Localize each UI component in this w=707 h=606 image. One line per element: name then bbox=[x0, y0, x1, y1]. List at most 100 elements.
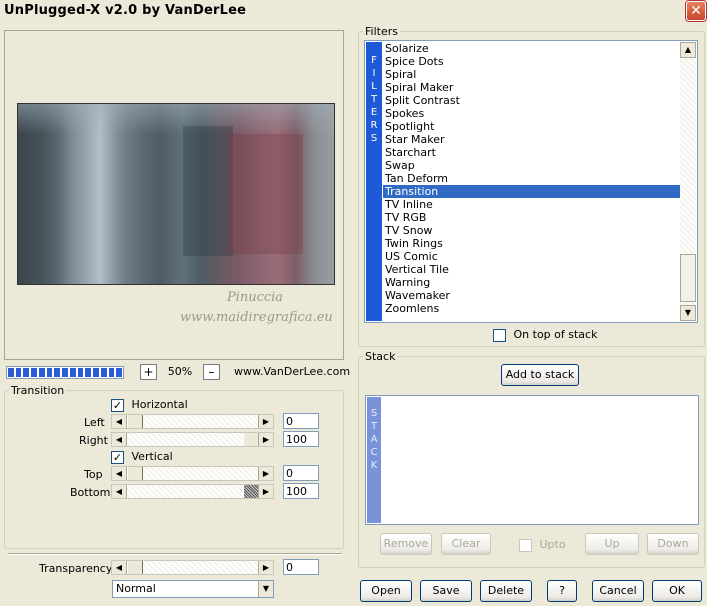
horizontal-label: Horizontal bbox=[131, 398, 188, 411]
slider-thumb[interactable] bbox=[243, 433, 259, 446]
filters-side-letter: E bbox=[370, 107, 378, 118]
filter-list-item[interactable]: Swap bbox=[383, 159, 680, 172]
horizontal-checkbox[interactable]: ✓ bbox=[111, 398, 124, 412]
progress-segment bbox=[23, 368, 30, 377]
upto-checkbox[interactable] bbox=[519, 538, 532, 552]
open-button[interactable]: Open bbox=[360, 580, 412, 602]
right-value-input[interactable]: 100 bbox=[283, 431, 319, 447]
clear-button[interactable]: Clear bbox=[441, 533, 491, 555]
on-top-checkbox-row[interactable]: On top of stack bbox=[493, 328, 597, 342]
left-label: Left bbox=[84, 416, 105, 429]
progress-segment bbox=[31, 368, 37, 377]
filter-list-item[interactable]: Wavemaker bbox=[383, 289, 680, 302]
transparency-label: Transparency bbox=[39, 562, 113, 575]
transparency-slider[interactable]: ◀ ▶ bbox=[111, 560, 274, 575]
right-slider[interactable]: ◀ ▶ bbox=[111, 432, 274, 447]
ok-button[interactable]: OK bbox=[652, 580, 702, 602]
slider-right-arrow-icon[interactable]: ▶ bbox=[258, 467, 273, 480]
help-button[interactable]: ? bbox=[547, 580, 577, 602]
stack-side-letter: S bbox=[370, 408, 378, 419]
filters-side-letter: L bbox=[371, 81, 377, 92]
save-button[interactable]: Save bbox=[420, 580, 472, 602]
slider-right-arrow-icon[interactable]: ▶ bbox=[258, 485, 273, 498]
filters-scrollbar[interactable]: ▲ ▼ bbox=[680, 42, 696, 321]
progress-segment bbox=[77, 368, 84, 377]
filter-list-item[interactable]: US Comic bbox=[383, 250, 680, 263]
zoom-out-button[interactable]: – bbox=[203, 364, 220, 380]
vertical-checkbox-row[interactable]: ✓ Vertical bbox=[111, 450, 173, 464]
filter-list-item[interactable]: TV Snow bbox=[383, 224, 680, 237]
remove-button[interactable]: Remove bbox=[380, 533, 432, 555]
down-button[interactable]: Down bbox=[647, 533, 699, 555]
vertical-label: Vertical bbox=[131, 450, 173, 463]
filter-list-item[interactable]: TV Inline bbox=[383, 198, 680, 211]
top-value-input[interactable]: 0 bbox=[283, 465, 319, 481]
cancel-button[interactable]: Cancel bbox=[592, 580, 644, 602]
filter-list-item[interactable]: Twin Rings bbox=[383, 237, 680, 250]
slider-right-arrow-icon[interactable]: ▶ bbox=[258, 415, 273, 428]
zoom-in-button[interactable]: + bbox=[140, 364, 157, 380]
filter-list-item[interactable]: Warning bbox=[383, 276, 680, 289]
filter-list-item[interactable]: Spiral Maker bbox=[383, 81, 680, 94]
slider-thumb[interactable] bbox=[127, 561, 143, 574]
stack-side-letter: K bbox=[370, 460, 378, 471]
on-top-checkbox[interactable] bbox=[493, 328, 506, 342]
filter-list-item[interactable]: Spotlight bbox=[383, 120, 680, 133]
filter-list-item[interactable]: Zoomlens bbox=[383, 302, 680, 315]
filter-list-item[interactable]: Star Maker bbox=[383, 133, 680, 146]
horizontal-checkbox-row[interactable]: ✓ Horizontal bbox=[111, 398, 188, 412]
slider-thumb[interactable] bbox=[127, 415, 143, 428]
watermark-name: Pinuccia bbox=[226, 290, 284, 305]
slider-left-arrow-icon[interactable]: ◀ bbox=[112, 433, 127, 446]
slider-right-arrow-icon[interactable]: ▶ bbox=[258, 561, 273, 574]
website-link[interactable]: www.VanDerLee.com bbox=[234, 365, 350, 378]
filter-list-item[interactable]: Spiral bbox=[383, 68, 680, 81]
filter-list-item[interactable]: Transition bbox=[383, 185, 680, 198]
blend-mode-value: Normal bbox=[116, 582, 156, 595]
transition-legend: Transition bbox=[11, 384, 65, 397]
stack-listbox[interactable] bbox=[365, 395, 699, 525]
slider-right-arrow-icon[interactable]: ▶ bbox=[258, 433, 273, 446]
slider-left-arrow-icon[interactable]: ◀ bbox=[112, 467, 127, 480]
bottom-slider[interactable]: ◀ ▶ bbox=[111, 484, 274, 499]
progress-segment bbox=[100, 368, 107, 377]
stack-side-label: STACK bbox=[367, 397, 381, 523]
bottom-value-input[interactable]: 100 bbox=[283, 483, 319, 499]
right-label: Right bbox=[79, 434, 108, 447]
scroll-up-icon[interactable]: ▲ bbox=[680, 42, 696, 58]
filter-list-item[interactable]: Solarize bbox=[383, 42, 680, 55]
filter-list-item[interactable]: Spokes bbox=[383, 107, 680, 120]
slider-thumb[interactable] bbox=[243, 485, 259, 498]
close-button[interactable]: ✕ bbox=[686, 1, 706, 21]
progress-segment bbox=[69, 368, 76, 377]
left-value-input[interactable]: 0 bbox=[283, 413, 319, 429]
filters-list[interactable]: Solarize Spice Dots Spiral Spiral Maker Spli… bbox=[383, 42, 680, 315]
vertical-checkbox[interactable]: ✓ bbox=[111, 450, 124, 464]
left-slider[interactable]: ◀ ▶ bbox=[111, 414, 274, 429]
slider-thumb[interactable] bbox=[127, 467, 143, 480]
chevron-down-icon[interactable]: ▼ bbox=[258, 581, 273, 597]
filter-list-item[interactable]: Vertical Tile bbox=[383, 263, 680, 276]
filter-list-item[interactable]: Starchart bbox=[383, 146, 680, 159]
zoom-level: 50% bbox=[167, 365, 193, 378]
filter-list-item[interactable]: Tan Deform bbox=[383, 172, 680, 185]
upto-checkbox-row[interactable]: Upto bbox=[519, 538, 566, 552]
blend-mode-select[interactable]: Normal ▼ bbox=[112, 580, 274, 598]
add-to-stack-button[interactable]: Add to stack bbox=[501, 364, 579, 386]
filter-list-item[interactable]: Split Contrast bbox=[383, 94, 680, 107]
delete-button[interactable]: Delete bbox=[480, 580, 532, 602]
slider-left-arrow-icon[interactable]: ◀ bbox=[112, 415, 127, 428]
slider-left-arrow-icon[interactable]: ◀ bbox=[112, 561, 127, 574]
scroll-thumb[interactable] bbox=[680, 254, 696, 302]
stack-side-letter: C bbox=[370, 447, 378, 458]
transparency-value-input[interactable]: 0 bbox=[283, 559, 319, 575]
scroll-down-icon[interactable]: ▼ bbox=[680, 305, 696, 321]
filters-side-letter: F bbox=[371, 55, 377, 66]
filter-list-item[interactable]: TV RGB bbox=[383, 211, 680, 224]
top-slider[interactable]: ◀ ▶ bbox=[111, 466, 274, 481]
watermark-url: www.maidiregrafica.eu bbox=[180, 310, 333, 325]
slider-left-arrow-icon[interactable]: ◀ bbox=[112, 485, 127, 498]
filters-side-letter: R bbox=[370, 120, 378, 131]
filter-list-item[interactable]: Spice Dots bbox=[383, 55, 680, 68]
up-button[interactable]: Up bbox=[585, 533, 639, 555]
